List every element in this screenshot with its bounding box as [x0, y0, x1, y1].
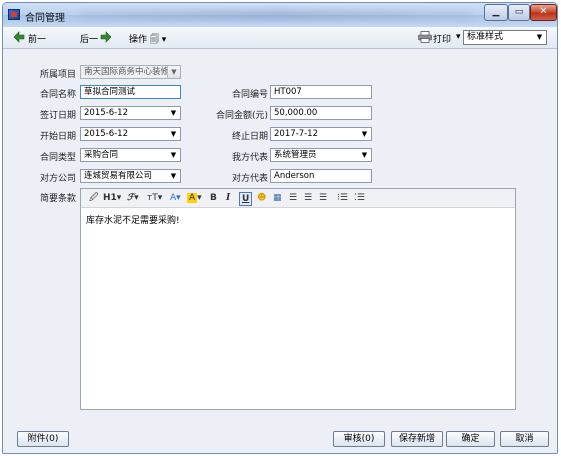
prev-button[interactable]: 前一	[28, 32, 46, 45]
maximize-icon: ▭	[514, 7, 524, 17]
terms-label: 简要条款	[40, 194, 77, 204]
print-style-select[interactable]: 标准样式 ▼	[463, 30, 547, 45]
sign-date-label: 签订日期	[40, 111, 77, 121]
title-bar-background-blur	[81, 10, 471, 20]
end-date-value: 2017-7-12	[274, 129, 318, 139]
contract-management-window: 合同管理 ▁ ▭ ✕ 前一 后一 操作 🗐 ▾ 打印 ▾ 标准样式 ▼ 所属项目…	[2, 2, 558, 454]
project-value: 南天国际商务中心装修	[84, 67, 170, 77]
amount-label: 合同金额(元)	[216, 111, 269, 121]
counterparty-label: 对方公司	[40, 174, 77, 184]
project-select: 南天国际商务中心装修 ▼	[80, 65, 181, 79]
contract-no-input[interactable]: HT007	[270, 85, 372, 99]
print-style-value: 标准样式	[467, 32, 504, 42]
our-rep-value: 系统管理员	[274, 150, 317, 160]
sign-date-picker[interactable]: 2015-6-12 ▼	[80, 106, 181, 120]
font-family-button[interactable]: ℱ▾	[127, 192, 139, 204]
their-rep-label: 对方代表	[232, 174, 269, 184]
our-rep-select[interactable]: 系统管理员 ▼	[270, 148, 372, 162]
save-new-button[interactable]: 保存新增	[391, 431, 443, 447]
project-label: 所属项目	[40, 70, 77, 80]
chevron-down-icon: ▼	[170, 172, 177, 180]
next-button[interactable]: 后一	[80, 32, 98, 45]
actions-menu[interactable]: 操作 🗐 ▾	[129, 32, 166, 48]
main-toolbar: 前一 后一 操作 🗐 ▾ 打印 ▾ 标准样式 ▼	[3, 27, 557, 49]
terms-content[interactable]: 库存水泥不足需要采购!	[86, 213, 180, 226]
chevron-down-icon: ▼	[170, 109, 177, 117]
ordered-list-icon[interactable]: ⁝☰	[337, 192, 348, 204]
contract-name-input[interactable]: 草拟合同测试	[80, 85, 181, 99]
sign-date-value: 2015-6-12	[84, 108, 128, 118]
amount-value: 50,000.00	[274, 108, 318, 118]
window-title: 合同管理	[25, 13, 65, 24]
close-icon: ✕	[539, 6, 548, 17]
contract-type-select[interactable]: 采购合同 ▼	[80, 148, 181, 162]
review-button[interactable]: 审核(0)	[333, 431, 385, 447]
arrow-right-icon[interactable]	[100, 31, 112, 43]
font-color-button[interactable]: A▾	[170, 192, 181, 204]
document-icon: 🗐	[149, 35, 159, 45]
font-color-label: A	[170, 193, 177, 203]
counterparty-select[interactable]: 连城贸易有限公司 ▼	[80, 169, 181, 183]
font-size-label: тT	[147, 193, 158, 203]
title-bar: 合同管理 ▁ ▭ ✕	[3, 3, 557, 27]
chevron-down-icon: ▼	[170, 130, 177, 138]
contract-type-label: 合同类型	[40, 153, 77, 163]
counterparty-value: 连城贸易有限公司	[84, 171, 153, 181]
print-dropdown-icon[interactable]: ▾	[456, 32, 461, 42]
chevron-down-icon: ▼	[170, 151, 177, 159]
emoji-icon[interactable]: ☻	[257, 192, 266, 204]
start-date-picker[interactable]: 2015-6-12 ▼	[80, 127, 181, 141]
chevron-down-icon: ▼	[167, 66, 180, 78]
actions-label: 操作	[129, 35, 148, 45]
font-size-button[interactable]: тT▾	[147, 192, 162, 204]
amount-input[interactable]: 50,000.00	[270, 106, 372, 120]
highlight-label: A	[187, 193, 198, 203]
printer-icon[interactable]	[418, 31, 432, 43]
align-right-icon[interactable]: ☰	[319, 192, 327, 204]
cancel-button[interactable]: 取消	[500, 431, 549, 447]
clear-format-icon[interactable]: 🖉	[89, 192, 99, 204]
our-rep-label: 我方代表	[232, 153, 269, 163]
print-button[interactable]: 打印	[433, 32, 451, 45]
contract-type-value: 采购合同	[84, 150, 119, 160]
italic-button[interactable]: I	[226, 192, 230, 204]
align-left-icon[interactable]: ☰	[289, 192, 297, 204]
align-center-icon[interactable]: ☰	[304, 192, 312, 204]
arrow-left-icon[interactable]	[13, 31, 25, 43]
editor-toolbar: 🖉 H1▾ ℱ▾ тT▾ A▾ A ▾ B I U ☻ ▦ ☰ ☰ ☰ ⁝☰ ⁚☰	[81, 189, 515, 208]
bold-button[interactable]: B	[210, 192, 217, 204]
attachments-button[interactable]: 附件(0)	[17, 431, 69, 447]
their-rep-input[interactable]: Anderson	[270, 169, 372, 183]
contract-name-value: 草拟合同测试	[84, 87, 136, 97]
highlight-button[interactable]: A ▾	[187, 192, 202, 204]
chevron-down-icon: ▼	[361, 130, 368, 138]
contract-name-label: 合同名称	[40, 90, 77, 100]
end-date-label: 终止日期	[232, 132, 269, 142]
bottom-button-bar: 附件(0) 审核(0) 保存新增 确定 取消	[3, 425, 557, 453]
chevron-down-icon: ▼	[361, 151, 368, 159]
terms-editor[interactable]: 🖉 H1▾ ℱ▾ тT▾ A▾ A ▾ B I U ☻ ▦ ☰ ☰ ☰ ⁝☰ ⁚☰…	[80, 188, 516, 410]
contract-form: 所属项目 南天国际商务中心装修 ▼ 合同名称 草拟合同测试 合同编号 HT007…	[3, 50, 557, 425]
end-date-picker[interactable]: 2017-7-12 ▼	[270, 127, 372, 141]
underline-button[interactable]: U	[239, 192, 253, 206]
app-icon	[8, 9, 20, 20]
maximize-button[interactable]: ▭	[508, 4, 530, 21]
close-button[interactable]: ✕	[530, 4, 557, 21]
minimize-icon: ▁	[492, 7, 500, 17]
chevron-down-icon: ▼	[536, 33, 543, 41]
contract-no-value: HT007	[274, 87, 302, 97]
contract-no-label: 合同编号	[232, 90, 269, 100]
start-date-value: 2015-6-12	[84, 129, 128, 139]
unordered-list-icon[interactable]: ⁚☰	[354, 192, 365, 204]
table-icon[interactable]: ▦	[273, 192, 282, 204]
chevron-down-icon: ▾	[161, 35, 167, 45]
minimize-button[interactable]: ▁	[484, 4, 508, 21]
start-date-label: 开始日期	[40, 132, 77, 142]
ok-button[interactable]: 确定	[446, 431, 495, 447]
heading-label: H1	[103, 193, 117, 203]
heading-button[interactable]: H1▾	[103, 192, 121, 204]
their-rep-value: Anderson	[274, 171, 315, 181]
